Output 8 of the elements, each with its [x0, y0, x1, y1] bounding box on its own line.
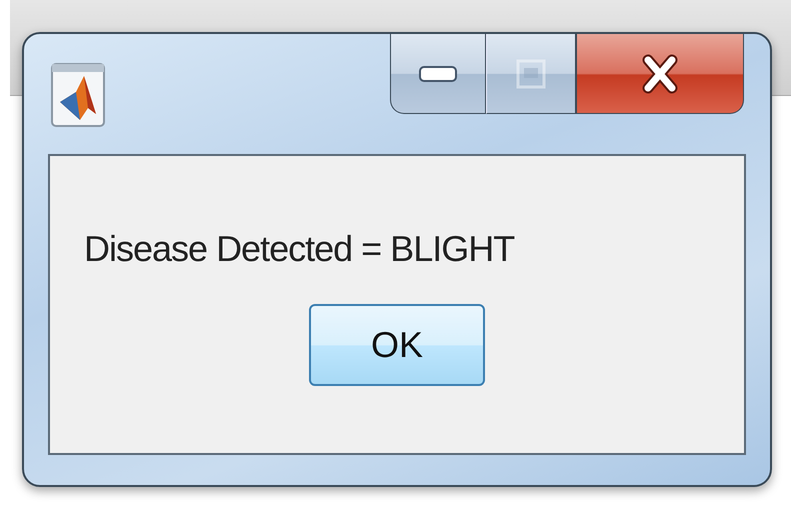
maximize-icon	[515, 58, 547, 90]
ok-button[interactable]: OK	[309, 304, 485, 386]
close-icon	[640, 54, 680, 94]
app-icon	[50, 62, 106, 128]
minimize-button[interactable]	[390, 34, 486, 114]
message-text: Disease Detected = BLIGHT	[84, 228, 514, 270]
minimize-icon	[418, 64, 458, 82]
close-button[interactable]	[576, 34, 744, 114]
